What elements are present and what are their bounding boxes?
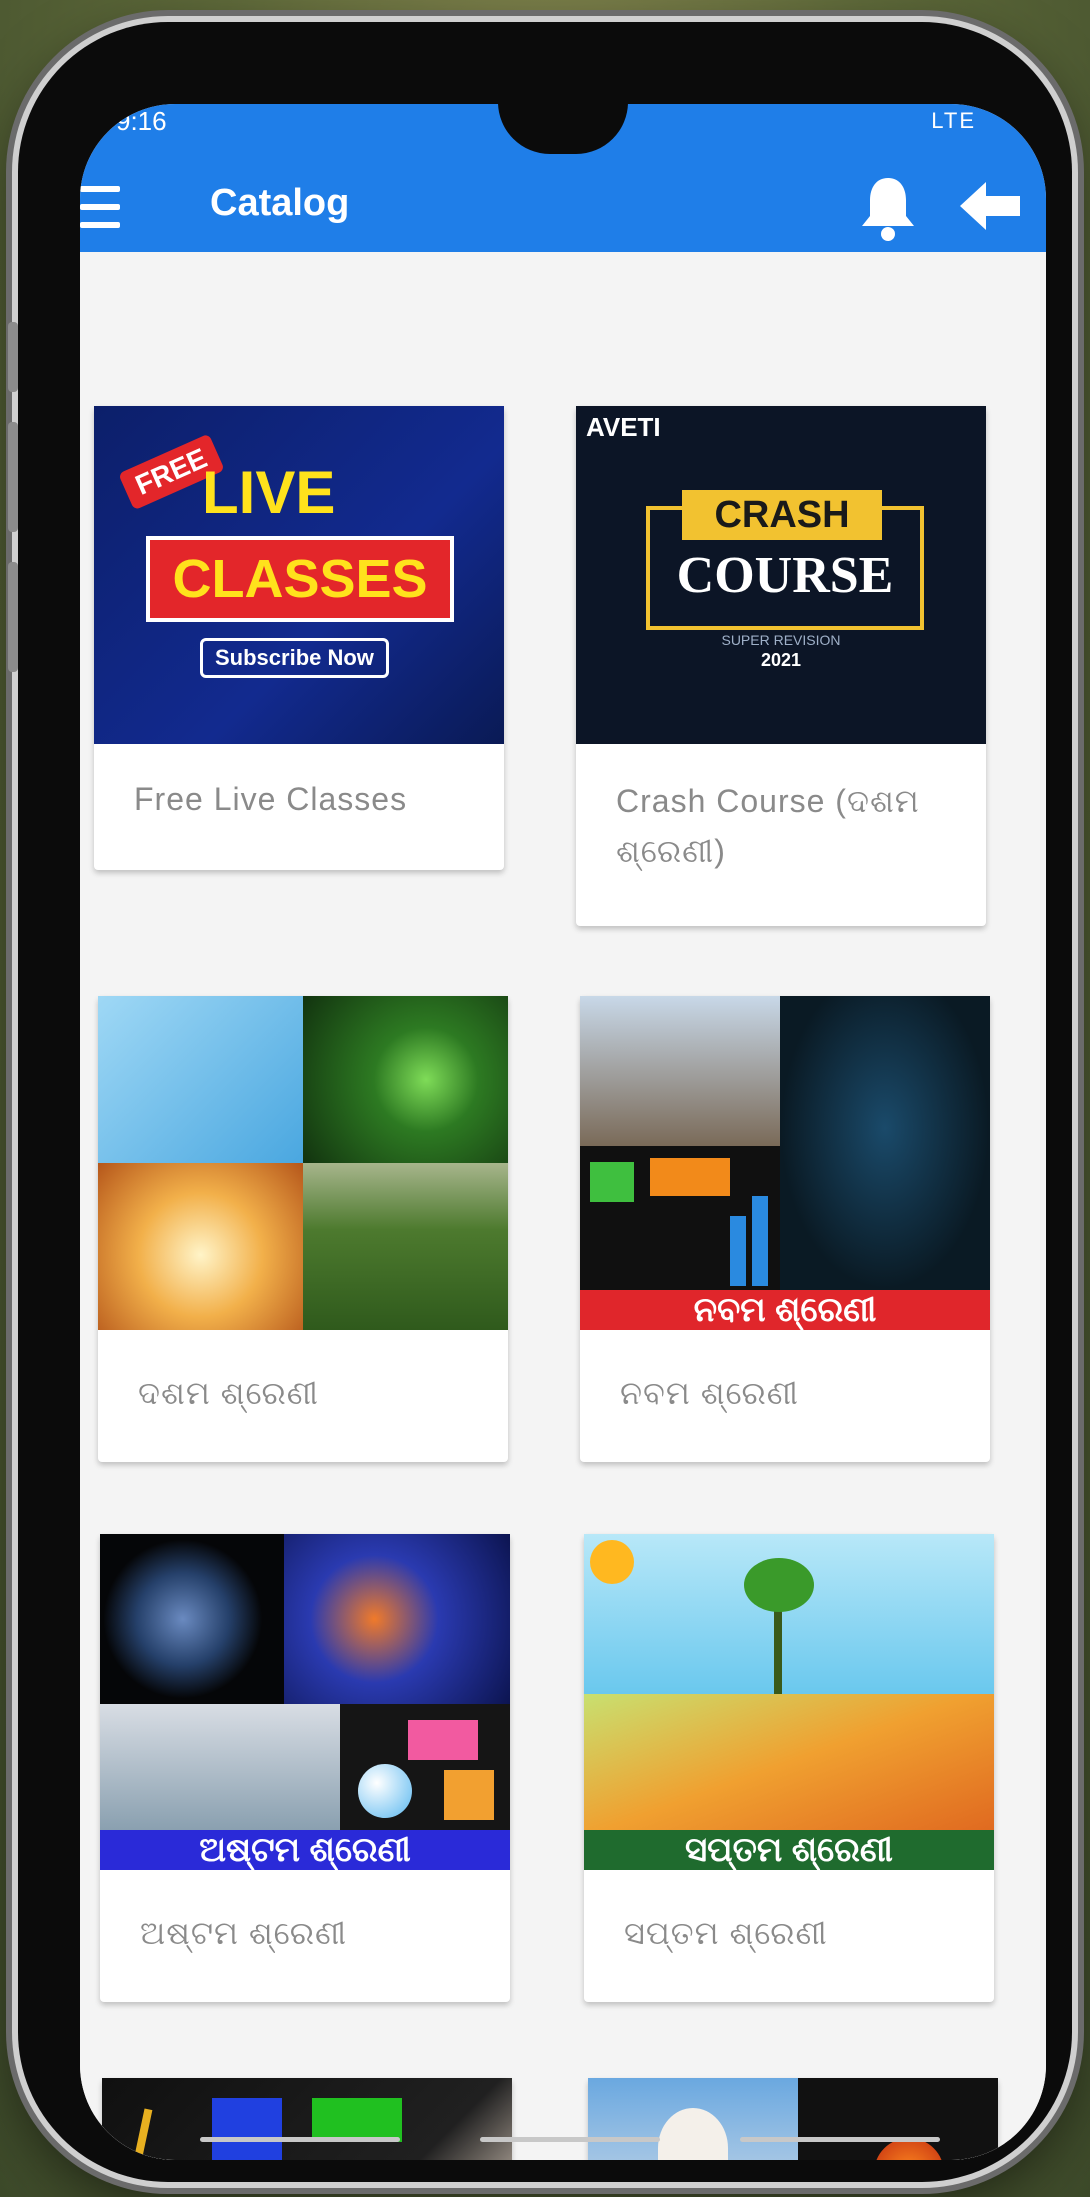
ruler-image: [584, 1694, 994, 1830]
phone-volume-down-button: [8, 562, 18, 672]
class-10-thumbnail: [98, 996, 508, 1330]
nav-indicator-left: [200, 2137, 400, 2142]
year-text: 2021: [760, 650, 802, 670]
class-7-banner: ସପ୍ତମ ଶ୍ରେଣୀ: [584, 1830, 994, 1870]
history-space-thumbnail: [588, 2078, 998, 2160]
virus-image: [303, 996, 508, 1163]
crash-course-thumbnail: AVETI CRASH COURSE SUPER REVISION 2021: [576, 406, 986, 744]
class-8-thumbnail: ଅଷ୍ଟମ ଶ୍ରେଣୀ: [100, 1534, 510, 1870]
lab-flask-image: [100, 1704, 340, 1830]
bell-icon[interactable]: [856, 174, 920, 242]
geometry-thumbnail: [102, 2078, 512, 2160]
catalog-card-crash-course[interactable]: AVETI CRASH COURSE SUPER REVISION 2021 C…: [576, 406, 986, 926]
crash-text: CRASH: [682, 490, 882, 540]
history-image: [580, 996, 780, 1146]
catalog-card-class-8[interactable]: ଅଷ୍ଟମ ଶ୍ରେଣୀ ଅଷ୍ଟମ ଶ୍ରେଣୀ: [100, 1534, 510, 2002]
phone-volume-up-button: [8, 422, 18, 532]
anatomy-image: [780, 996, 990, 1290]
card-label: ଦଶମ ଶ୍ରେଣୀ: [138, 1375, 319, 1411]
nav-indicator-center: [480, 2137, 660, 2142]
nav-indicator-right: [740, 2137, 940, 2142]
card-label: ଅଷ୍ଟମ ଶ୍ରେଣୀ: [140, 1915, 348, 1951]
status-time: 9:16: [116, 106, 167, 136]
camera-notch: [498, 104, 628, 154]
aveti-logo: AVETI: [586, 412, 661, 442]
super-revision-text: SUPER REVISION: [721, 632, 841, 648]
class-7-thumbnail: ସପ୍ତମ ଶ୍ରେଣୀ: [584, 1534, 994, 1870]
card-label: ନବମ ଶ୍ରେଣୀ: [620, 1375, 799, 1411]
catalog-card-partial-right[interactable]: [588, 2078, 998, 2160]
page-title: Catalog: [210, 182, 350, 224]
catalog-card-class-9[interactable]: ନବମ ଶ୍ରେଣୀ ନବମ ଶ୍ରେଣୀ: [580, 996, 990, 1462]
course-text: COURSE: [676, 547, 894, 604]
card-label: Free Live Classes: [134, 781, 408, 817]
phone-screen: 9:16 LTE Catalog FREE LIVE CLASSES Subsc…: [80, 104, 1046, 2160]
free-live-classes-thumbnail: FREE LIVE CLASSES Subscribe Now: [94, 406, 504, 744]
subscribe-now-label: Subscribe Now: [200, 638, 389, 678]
catalog-card-free-live-classes[interactable]: FREE LIVE CLASSES Subscribe Now Free Liv…: [94, 406, 504, 870]
catalog-card-class-7[interactable]: ସପ୍ତମ ଶ୍ରେଣୀ ସପ୍ତମ ଶ୍ରେଣୀ: [584, 1534, 994, 2002]
class-8-banner: ଅଷ୍ଟମ ଶ୍ରେଣୀ: [100, 1830, 510, 1870]
classes-text: CLASSES: [146, 536, 454, 622]
cell-image: [284, 1534, 510, 1704]
shapes-image: [340, 1704, 510, 1830]
live-text: LIVE: [202, 459, 336, 526]
catalog-grid: FREE LIVE CLASSES Subscribe Now Free Liv…: [80, 252, 1046, 2160]
card-label: ସପ୍ତମ ଶ୍ରେଣୀ: [624, 1915, 828, 1951]
earth-image: [100, 1534, 284, 1704]
farm-image: [303, 1163, 508, 1330]
math-image: [98, 996, 303, 1163]
catalog-card-class-10[interactable]: ଦଶମ ଶ୍ରେଣୀ: [98, 996, 508, 1462]
phone-frame: 9:16 LTE Catalog FREE LIVE CLASSES Subsc…: [8, 22, 1072, 2182]
card-label: Crash Course (ଦଶମ ଶ୍ରେଣୀ): [616, 783, 920, 869]
growth-chart-image: [580, 1146, 780, 1290]
status-signal: LTE: [931, 108, 976, 133]
catalog-card-partial-left[interactable]: [102, 2078, 512, 2160]
class-9-thumbnail: ନବମ ଶ୍ରେଣୀ: [580, 996, 990, 1330]
plant-image: [584, 1534, 994, 1694]
app-bar: Catalog: [80, 160, 1046, 252]
status-bar: 9:16 LTE: [80, 104, 1046, 160]
hamburger-menu-icon[interactable]: [80, 180, 140, 234]
phone-side-button: [8, 322, 18, 392]
arrow-left-icon[interactable]: [956, 176, 1026, 236]
seed-image: [98, 1163, 303, 1330]
class-9-banner: ନବମ ଶ୍ରେଣୀ: [580, 1290, 990, 1330]
